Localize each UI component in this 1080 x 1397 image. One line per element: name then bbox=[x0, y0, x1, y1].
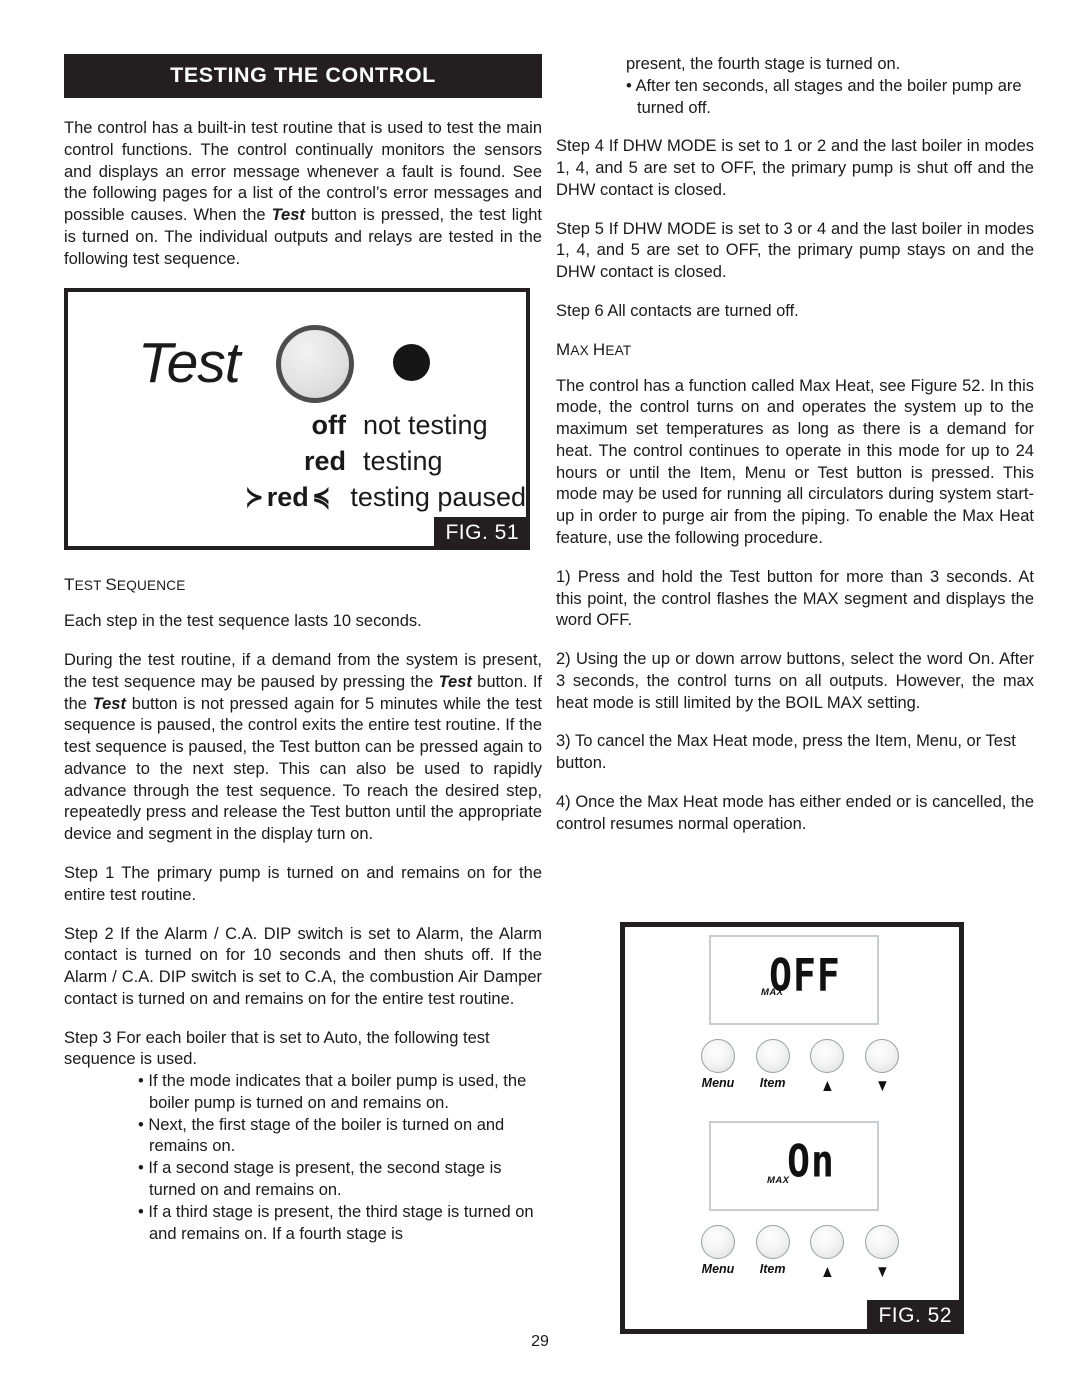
lcd-display-off: OFF MAX bbox=[709, 935, 879, 1025]
intro-bold-test: Test bbox=[271, 206, 305, 225]
page-number: 29 bbox=[531, 1333, 549, 1350]
lcd-display-on: On MAX bbox=[709, 1121, 879, 1211]
menu-button-label-2: Menu bbox=[701, 1262, 735, 1276]
legend-row-off: off not testing bbox=[226, 410, 526, 446]
figure-51-control-row: Test bbox=[68, 316, 526, 408]
legend-state-off: off bbox=[311, 410, 346, 440]
figure-52-badge: FIG. 52 bbox=[867, 1300, 963, 1333]
list-item: present, the fourth stage is turned on. bbox=[626, 55, 901, 73]
item-button-cell-2[interactable]: Item bbox=[750, 1225, 796, 1282]
figure-52: OFF MAX Menu Item ▲ ▼ On MAX Menu Item ▲… bbox=[620, 922, 964, 1334]
legend-row-flashing-red: ≻ red ≼ testing paused bbox=[226, 482, 526, 518]
during-bold-test-2: Test bbox=[92, 694, 126, 713]
max-heat-paragraph: The control has a function called Max He… bbox=[556, 376, 1034, 548]
menu-button-2[interactable] bbox=[701, 1225, 735, 1259]
step-4-paragraph: Step 4 If DHW MODE is set to 1 or 2 and … bbox=[556, 137, 1034, 199]
legend-state-red: red bbox=[303, 446, 346, 476]
document-page: TESTING THE CONTROL The control has a bu… bbox=[0, 0, 1080, 1397]
list-item: • If a third stage is present, the third… bbox=[138, 1202, 534, 1243]
item-button-cell[interactable]: Item bbox=[750, 1039, 796, 1096]
arrow-up-icon-2: ▲ bbox=[820, 1262, 835, 1281]
procedure-step-2: 2) Using the up or down arrow buttons, s… bbox=[556, 650, 1034, 712]
ts-rest-2: EQUENCE bbox=[116, 578, 186, 594]
test-button[interactable] bbox=[276, 325, 354, 403]
list-item: • If the mode indicates that a boiler pu… bbox=[138, 1072, 527, 1112]
procedure-step-4: 4) Once the Max Heat mode has either end… bbox=[556, 792, 1034, 833]
mh-rest-2: EAT bbox=[605, 342, 632, 358]
lcd-max-tag-on: MAX bbox=[767, 1175, 790, 1186]
button-row-top: Menu Item ▲ ▼ bbox=[695, 1039, 905, 1096]
legend-row-red: red testing bbox=[226, 446, 526, 482]
down-button-cell[interactable]: ▼ bbox=[859, 1039, 905, 1096]
each-step-paragraph: Each step in the test sequence lasts 10 … bbox=[64, 612, 422, 631]
max-heat-heading: MAX HEAT bbox=[556, 340, 1034, 360]
item-button[interactable] bbox=[755, 1039, 790, 1073]
test-sequence-heading: TEST SEQUENCE bbox=[64, 575, 542, 595]
right-column-top-spacer bbox=[556, 0, 1034, 54]
item-button-label: Item bbox=[759, 1076, 786, 1090]
ts-rest-1: EST bbox=[74, 578, 106, 594]
menu-button-label: Menu bbox=[701, 1076, 735, 1090]
menu-button-cell[interactable]: Menu bbox=[695, 1039, 741, 1096]
up-button-2[interactable] bbox=[810, 1225, 845, 1259]
intro-paragraph: The control has a built-in test routine … bbox=[64, 118, 542, 270]
flash-left-icon: ≻ bbox=[245, 482, 264, 512]
mh-cap-1: M bbox=[556, 339, 571, 359]
procedure-step-1: 1) Press and hold the Test button for mo… bbox=[556, 567, 1034, 630]
test-led-indicator bbox=[393, 344, 430, 381]
continued-bullet-list: present, the fourth stage is turned on. … bbox=[556, 54, 1034, 119]
lcd-value-off: OFF bbox=[769, 949, 841, 1001]
during-text-3: button is not pressed again for 5 minute… bbox=[64, 694, 542, 844]
during-bold-test-1: Test bbox=[438, 672, 472, 691]
step-5-paragraph: Step 5 If DHW MODE is set to 3 or 4 and … bbox=[556, 219, 1034, 282]
down-button-2[interactable] bbox=[864, 1225, 899, 1259]
button-row-bottom: Menu Item ▲ ▼ bbox=[695, 1225, 905, 1282]
arrow-down-icon-2: ▼ bbox=[874, 1262, 890, 1281]
lcd-value-on: On bbox=[787, 1135, 835, 1187]
item-button-label-2: Item bbox=[759, 1262, 786, 1276]
left-column: TESTING THE CONTROL The control has a bu… bbox=[64, 0, 542, 1245]
during-test-paragraph: During the test routine, if a demand fro… bbox=[64, 650, 542, 846]
step-3-bullet-list: • If the mode indicates that a boiler pu… bbox=[64, 1071, 542, 1245]
mh-rest-1: AX bbox=[570, 342, 593, 358]
legend-state-flashing-red: ≻ red ≼ bbox=[226, 482, 350, 513]
arrow-down-icon: ▼ bbox=[874, 1076, 890, 1095]
procedure-step-3: 3) To cancel the Max Heat mode, press th… bbox=[556, 732, 1016, 773]
figure-51: Test off not testing red testing ≻ red ≼ t… bbox=[64, 288, 530, 550]
up-button-cell-2[interactable]: ▲ bbox=[804, 1225, 850, 1282]
legend-state-red-text: red bbox=[266, 482, 309, 512]
step-2-paragraph: Step 2 If the Alarm / C.A. DIP switch is… bbox=[64, 924, 542, 1008]
test-label: Test bbox=[138, 331, 241, 395]
legend-desc-off: not testing bbox=[363, 410, 488, 440]
up-button[interactable] bbox=[810, 1039, 845, 1073]
item-button-2[interactable] bbox=[755, 1225, 790, 1259]
step-3-paragraph: Step 3 For each boiler that is set to Au… bbox=[64, 1028, 490, 1069]
right-column: present, the fourth stage is turned on. … bbox=[556, 0, 1034, 852]
menu-button-cell-2[interactable]: Menu bbox=[695, 1225, 741, 1282]
ts-cap-1: T bbox=[64, 575, 75, 595]
figure-51-badge: FIG. 51 bbox=[434, 517, 530, 550]
mh-cap-2: H bbox=[592, 339, 606, 359]
list-item: • Next, the first stage of the boiler is… bbox=[138, 1115, 505, 1156]
lcd-max-tag-off: MAX bbox=[761, 987, 784, 998]
list-item: • After ten seconds, all stages and the … bbox=[626, 76, 1022, 117]
down-button-cell-2[interactable]: ▼ bbox=[859, 1225, 905, 1282]
arrow-up-icon: ▲ bbox=[820, 1076, 835, 1095]
legend-desc-red: testing bbox=[363, 446, 443, 476]
section-banner: TESTING THE CONTROL bbox=[64, 54, 542, 98]
flash-right-icon: ≼ bbox=[311, 482, 331, 512]
menu-button[interactable] bbox=[701, 1039, 735, 1073]
list-item: • If a second stage is present, the seco… bbox=[138, 1159, 502, 1199]
down-button[interactable] bbox=[864, 1039, 899, 1073]
up-button-cell[interactable]: ▲ bbox=[804, 1039, 850, 1096]
step-6-paragraph: Step 6 All contacts are turned off. bbox=[556, 301, 799, 320]
step-1-paragraph: Step 1 The primary pump is turned on and… bbox=[64, 864, 542, 904]
figure-51-legend: off not testing red testing ≻ red ≼ testin… bbox=[226, 410, 526, 518]
ts-cap-2: S bbox=[105, 575, 117, 595]
legend-desc-flashing-red: testing paused bbox=[350, 482, 526, 512]
